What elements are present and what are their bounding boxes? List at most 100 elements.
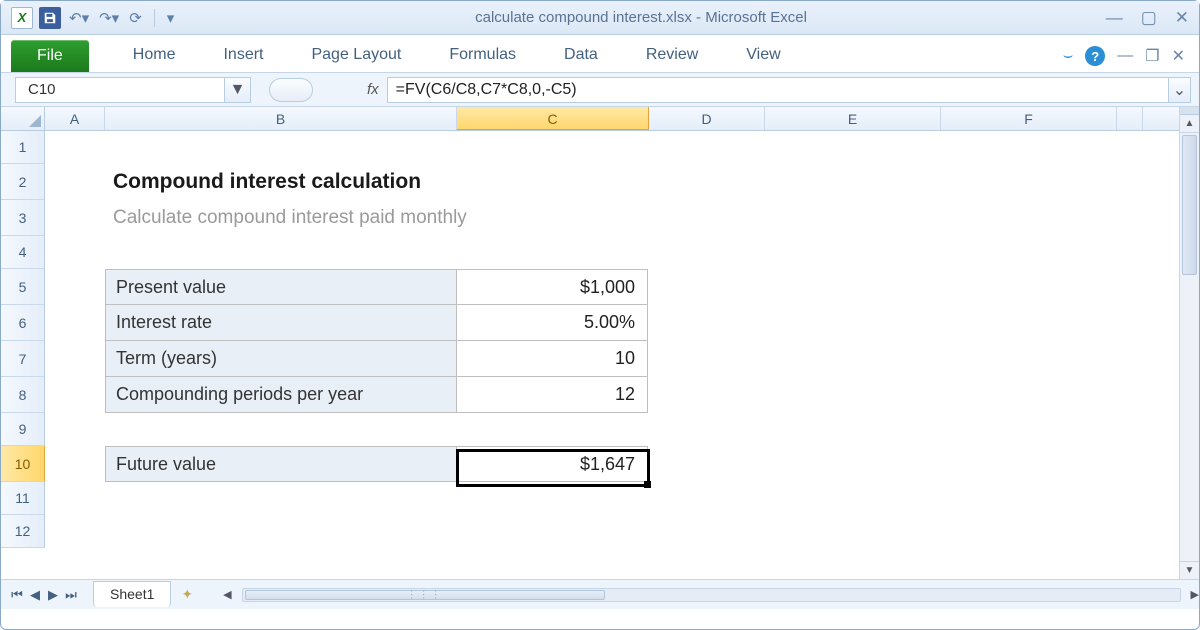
col-header-f[interactable]: F xyxy=(941,107,1117,130)
cell[interactable] xyxy=(105,413,457,446)
cell[interactable] xyxy=(941,482,1117,515)
cell[interactable] xyxy=(45,341,105,377)
cell[interactable] xyxy=(940,269,1116,305)
cell[interactable] xyxy=(765,482,941,515)
undo-button[interactable]: ↶▾ xyxy=(67,9,91,27)
row-header[interactable]: 2 xyxy=(1,164,45,200)
cell[interactable] xyxy=(45,515,105,548)
cell[interactable] xyxy=(45,236,105,269)
cell[interactable] xyxy=(825,164,1001,200)
split-handle[interactable] xyxy=(1180,107,1199,115)
value-future-value[interactable]: $1,647 xyxy=(456,446,648,482)
hscroll-right-button[interactable]: ▶ xyxy=(1191,588,1199,601)
vertical-scrollbar[interactable]: ▲ ▼ xyxy=(1179,107,1199,579)
cell[interactable] xyxy=(764,446,940,482)
cell[interactable] xyxy=(105,515,457,548)
cell[interactable] xyxy=(649,413,765,446)
cell[interactable] xyxy=(649,236,765,269)
maximize-button[interactable]: ▢ xyxy=(1141,8,1157,28)
cell[interactable] xyxy=(765,515,941,548)
sheet-title[interactable]: Compound interest calculation xyxy=(105,164,825,200)
cells-area[interactable]: 1 2 Compound interest calculation 3 Calc… xyxy=(1,131,1179,579)
refresh-button[interactable]: ⟳ xyxy=(127,9,144,27)
tab-review[interactable]: Review xyxy=(622,38,722,72)
cell[interactable] xyxy=(765,413,941,446)
row-header-selected[interactable]: 10 xyxy=(1,446,45,482)
select-all-corner[interactable] xyxy=(1,107,45,130)
doc-minimize-button[interactable]: ― xyxy=(1117,47,1133,65)
value-term[interactable]: 10 xyxy=(456,341,648,377)
sheet-next-button[interactable]: ▶ xyxy=(45,587,61,603)
row-header[interactable]: 9 xyxy=(1,413,45,446)
name-box[interactable]: C10 xyxy=(15,77,225,103)
value-present-value[interactable]: $1,000 xyxy=(456,269,648,305)
cell[interactable] xyxy=(764,341,940,377)
cell[interactable] xyxy=(457,131,649,164)
cell[interactable] xyxy=(825,200,1001,236)
cell[interactable] xyxy=(765,131,941,164)
cell[interactable] xyxy=(765,236,941,269)
cell[interactable] xyxy=(45,131,105,164)
row-header[interactable]: 7 xyxy=(1,341,45,377)
cell[interactable] xyxy=(45,269,105,305)
tab-home[interactable]: Home xyxy=(109,38,200,72)
label-term[interactable]: Term (years) xyxy=(105,341,457,377)
cell[interactable] xyxy=(940,377,1116,413)
doc-close-button[interactable]: ✕ xyxy=(1172,46,1185,66)
cell[interactable] xyxy=(45,200,105,236)
cell[interactable] xyxy=(649,131,765,164)
cancel-enter-pill[interactable] xyxy=(269,78,313,102)
cell[interactable] xyxy=(649,515,765,548)
cell[interactable] xyxy=(764,269,940,305)
file-tab[interactable]: File xyxy=(11,40,89,72)
cell[interactable] xyxy=(764,305,940,341)
cell[interactable] xyxy=(648,269,764,305)
cell[interactable] xyxy=(457,482,649,515)
cell[interactable] xyxy=(457,515,649,548)
row-header[interactable]: 1 xyxy=(1,131,45,164)
sheet-prev-button[interactable]: ◀ xyxy=(27,587,43,603)
cell[interactable] xyxy=(941,413,1117,446)
minimize-button[interactable]: ― xyxy=(1106,8,1123,28)
cell[interactable] xyxy=(940,341,1116,377)
new-sheet-button[interactable]: ✦ xyxy=(181,586,193,603)
row-header[interactable]: 8 xyxy=(1,377,45,413)
formula-bar[interactable]: =FV(C6/C8,C7*C8,0,-C5) xyxy=(387,77,1169,103)
sheet-last-button[interactable]: ⏭ xyxy=(63,587,79,603)
cell[interactable] xyxy=(45,446,105,482)
cell[interactable] xyxy=(105,482,457,515)
close-button[interactable]: ✕ xyxy=(1175,8,1189,28)
sheet-subtitle[interactable]: Calculate compound interest paid monthly xyxy=(105,200,825,236)
tab-view[interactable]: View xyxy=(722,38,804,72)
scroll-thumb[interactable] xyxy=(1182,135,1197,275)
sheet-first-button[interactable]: ⏮ xyxy=(9,587,25,603)
tab-insert[interactable]: Insert xyxy=(199,38,287,72)
row-header[interactable]: 11 xyxy=(1,482,45,515)
formula-bar-expand[interactable]: ⌄ xyxy=(1169,77,1191,103)
cell[interactable] xyxy=(105,236,457,269)
hscroll-left-button[interactable]: ◀ xyxy=(223,588,231,601)
save-button[interactable] xyxy=(39,7,61,29)
label-periods[interactable]: Compounding periods per year xyxy=(105,377,457,413)
cell[interactable] xyxy=(941,515,1117,548)
row-header[interactable]: 6 xyxy=(1,305,45,341)
tab-formulas[interactable]: Formulas xyxy=(425,38,540,72)
sheet-tab-sheet1[interactable]: Sheet1 xyxy=(93,581,171,607)
cell[interactable] xyxy=(649,482,765,515)
cell[interactable] xyxy=(648,446,764,482)
cell[interactable] xyxy=(648,341,764,377)
row-header[interactable]: 12 xyxy=(1,515,45,548)
col-header-e[interactable]: E xyxy=(765,107,941,130)
cell[interactable] xyxy=(1001,164,1177,200)
cell[interactable] xyxy=(648,305,764,341)
name-box-dropdown[interactable]: ▼ xyxy=(225,77,251,103)
cell[interactable] xyxy=(457,236,649,269)
cell[interactable] xyxy=(764,377,940,413)
cell[interactable] xyxy=(457,413,649,446)
scroll-down-button[interactable]: ▼ xyxy=(1180,561,1199,579)
label-interest-rate[interactable]: Interest rate xyxy=(105,305,457,341)
cell[interactable] xyxy=(940,305,1116,341)
cell[interactable] xyxy=(941,131,1117,164)
ribbon-minimize-icon[interactable]: ⌣ xyxy=(1063,47,1074,65)
hscroll-track[interactable]: ⋮⋮⋮ xyxy=(242,588,1181,602)
